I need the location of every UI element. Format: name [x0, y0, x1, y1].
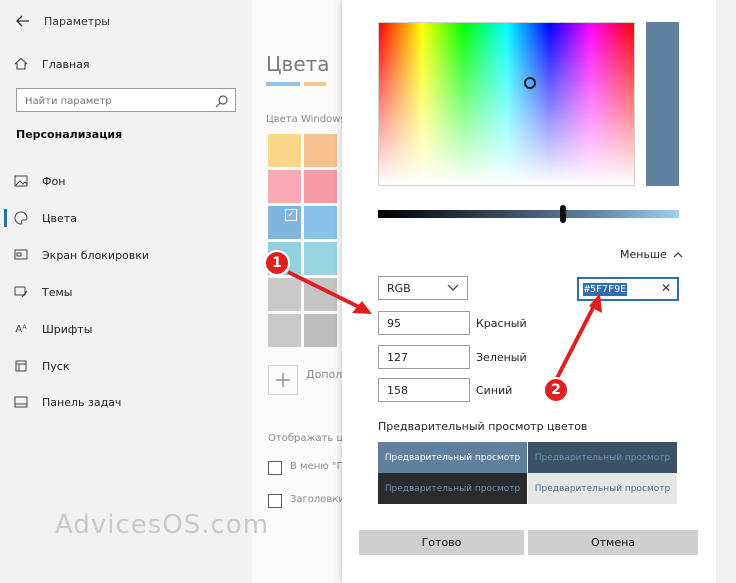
annotation-arrows [287, 270, 602, 381]
annotation-badge-2: 2 [543, 377, 569, 403]
screenshot-frame: Параметры Главная Персонализация Фон [0, 0, 736, 583]
watermark-text: AdvicesOS.com [55, 510, 270, 540]
annotation-badge-1: 1 [264, 250, 290, 276]
